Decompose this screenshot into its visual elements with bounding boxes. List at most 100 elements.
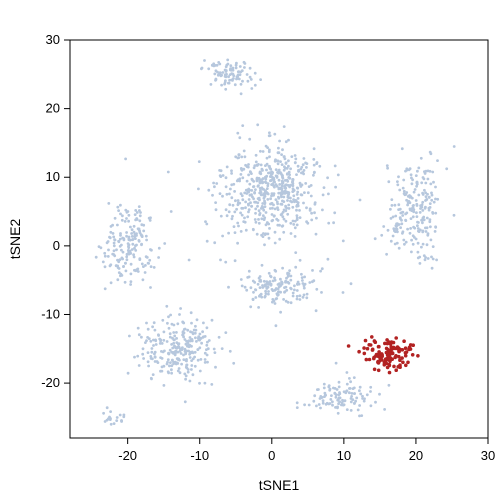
- point: [150, 351, 153, 354]
- point: [266, 282, 269, 285]
- point: [315, 309, 318, 312]
- point: [258, 222, 261, 225]
- point: [231, 215, 234, 218]
- point: [286, 180, 289, 183]
- point: [129, 226, 132, 229]
- point: [358, 404, 361, 407]
- point: [286, 213, 289, 216]
- point: [286, 199, 289, 202]
- point: [213, 73, 216, 76]
- point: [254, 288, 257, 291]
- point: [406, 204, 409, 207]
- point: [417, 242, 420, 245]
- point: [128, 335, 131, 338]
- point: [276, 224, 279, 227]
- point: [119, 234, 122, 237]
- point: [400, 219, 403, 222]
- point: [142, 278, 145, 281]
- point: [234, 83, 237, 86]
- point: [364, 339, 368, 343]
- point: [240, 83, 243, 86]
- point: [296, 224, 299, 227]
- point: [134, 249, 137, 252]
- point: [236, 222, 239, 225]
- point: [144, 341, 147, 344]
- point: [271, 173, 274, 176]
- point: [266, 146, 269, 149]
- point: [302, 296, 305, 299]
- point: [410, 251, 413, 254]
- point: [313, 164, 316, 167]
- point: [353, 392, 356, 395]
- point: [147, 365, 150, 368]
- point: [323, 186, 326, 189]
- point: [410, 173, 413, 176]
- point: [282, 182, 285, 185]
- point: [254, 84, 257, 87]
- point: [263, 216, 266, 219]
- point: [145, 255, 148, 258]
- y-axis: -20-100102030: [41, 32, 70, 390]
- point: [327, 403, 330, 406]
- point: [173, 335, 176, 338]
- point: [149, 355, 152, 358]
- point: [138, 364, 141, 367]
- point: [127, 249, 130, 252]
- point: [174, 350, 177, 353]
- point: [312, 400, 315, 403]
- point: [210, 83, 213, 86]
- point: [220, 215, 223, 218]
- point: [255, 161, 258, 164]
- point: [279, 311, 282, 314]
- point: [175, 337, 178, 340]
- point: [119, 213, 122, 216]
- point: [163, 242, 166, 245]
- point: [249, 305, 252, 308]
- point: [284, 280, 287, 283]
- point: [154, 339, 157, 342]
- point: [292, 292, 295, 295]
- point: [256, 205, 259, 208]
- point: [227, 82, 230, 85]
- point: [305, 296, 308, 299]
- point: [431, 267, 434, 270]
- point: [296, 193, 299, 196]
- point: [435, 259, 438, 262]
- point: [225, 176, 228, 179]
- point: [257, 306, 260, 309]
- point: [228, 193, 231, 196]
- point: [312, 174, 315, 177]
- point: [434, 212, 437, 215]
- point: [168, 327, 171, 330]
- point: [117, 209, 120, 212]
- point: [390, 240, 393, 243]
- point: [341, 399, 344, 402]
- point: [268, 155, 271, 158]
- point: [284, 209, 287, 212]
- point: [271, 288, 274, 291]
- point: [200, 342, 203, 345]
- point: [412, 205, 415, 208]
- point: [228, 79, 231, 82]
- point: [268, 227, 271, 230]
- point: [218, 336, 221, 339]
- point: [430, 239, 433, 242]
- point: [273, 214, 276, 217]
- point: [206, 361, 209, 364]
- point: [300, 166, 303, 169]
- point: [264, 205, 267, 208]
- point: [269, 203, 272, 206]
- x-axis-label: tSNE1: [259, 477, 300, 493]
- point: [434, 198, 437, 201]
- point: [421, 201, 424, 204]
- point: [334, 165, 337, 168]
- point: [303, 276, 306, 279]
- points-highlighted: [347, 335, 420, 374]
- point: [277, 147, 280, 150]
- point: [252, 291, 255, 294]
- point: [353, 402, 356, 405]
- point: [228, 210, 231, 213]
- point: [260, 296, 263, 299]
- point: [245, 289, 248, 292]
- point: [140, 336, 143, 339]
